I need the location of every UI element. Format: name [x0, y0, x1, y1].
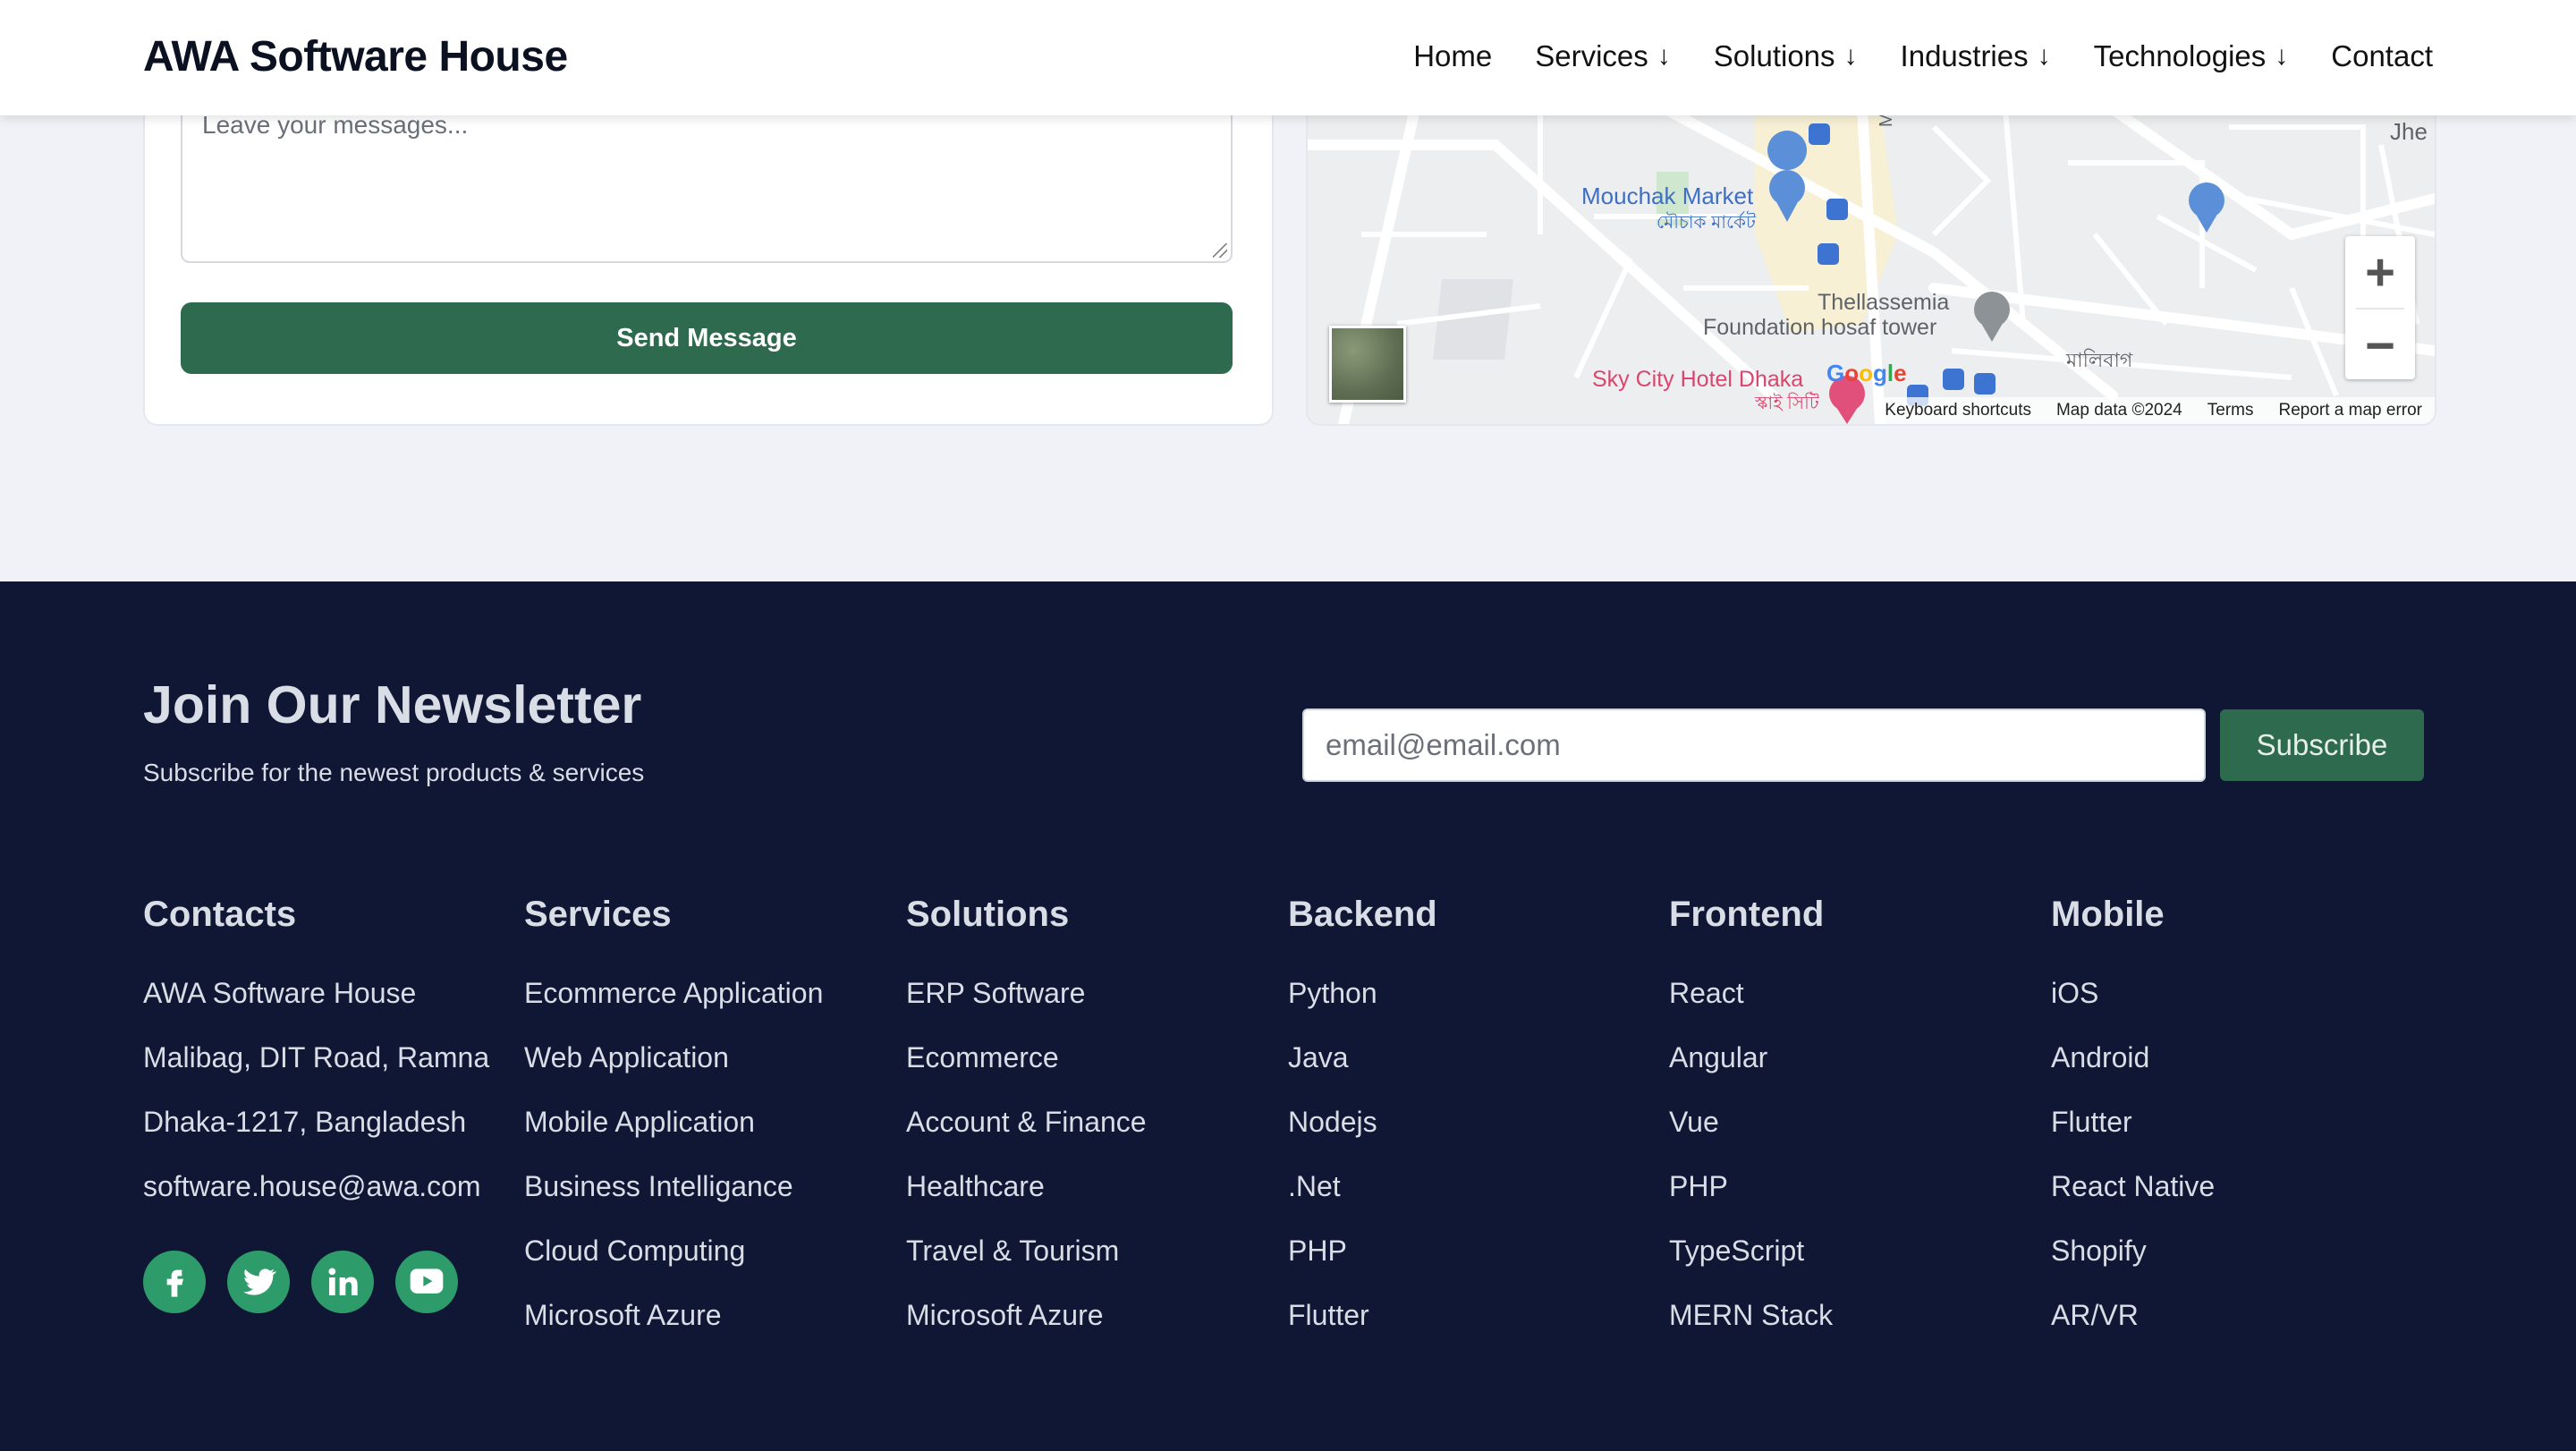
nav-item-home[interactable]: Home — [1413, 39, 1492, 73]
footer-column-contacts: Contacts AWA Software House Malibag, DIT… — [143, 895, 489, 1235]
column-title: Frontend — [1669, 895, 1825, 934]
nav-label: Home — [1413, 39, 1493, 72]
youtube-icon[interactable] — [395, 1251, 458, 1313]
nav-item-industries[interactable]: Industries ↓ — [1901, 39, 2051, 73]
nav-label: Services — [1535, 39, 1648, 72]
main-nav: Home Services ↓ Solutions ↓ Industries ↓ Te… — [1413, 39, 2433, 73]
footer-link[interactable]: Shopify — [2051, 1235, 2215, 1299]
contact-address-1: Malibag, DIT Road, Ramna — [143, 1041, 490, 1073]
footer-link[interactable]: AR/VR — [2051, 1299, 2215, 1363]
column-title: Solutions — [906, 895, 1070, 934]
footer-link[interactable]: Cloud Computing — [524, 1235, 823, 1299]
zoom-out-button[interactable]: − — [2345, 310, 2415, 381]
brand-logo[interactable]: AWA Software House — [143, 32, 568, 81]
footer-link[interactable]: Vue — [1669, 1106, 1833, 1170]
footer-column-backend: Backend Python Java Nodejs .Net PHP Flut… — [1288, 895, 1437, 1363]
footer-column-services: Services Ecommerce Application Web Appli… — [524, 895, 823, 1363]
footer-link[interactable]: ERP Software — [906, 977, 1147, 1041]
site-footer: Join Our Newsletter Subscribe for the ne… — [0, 581, 2576, 1451]
footer-link[interactable]: Java — [1288, 1041, 1437, 1106]
footer-link[interactable]: Android — [2051, 1041, 2215, 1106]
site-header: AWA Software House Home Services ↓ Soluti… — [0, 0, 2576, 115]
footer-link[interactable]: Nodejs — [1288, 1106, 1437, 1170]
footer-column-frontend: Frontend React Angular Vue PHP TypeScrip… — [1669, 895, 1833, 1363]
arrow-down-icon: ↓ — [1657, 41, 1671, 71]
column-title: Backend — [1288, 895, 1437, 934]
map-label-jhe: Jhe — [2390, 118, 2428, 145]
footer-link[interactable]: PHP — [1669, 1170, 1833, 1235]
message-textarea[interactable]: Leave your messages... — [181, 93, 1233, 263]
linkedin-icon[interactable] — [311, 1251, 374, 1313]
footer-link[interactable]: Ecommerce — [906, 1041, 1147, 1106]
footer-link[interactable]: Mobile Application — [524, 1106, 823, 1170]
contact-company: AWA Software House — [143, 977, 417, 1009]
footer-link[interactable]: Python — [1288, 977, 1437, 1041]
column-title: Services — [524, 895, 672, 934]
footer-link[interactable]: Ecommerce Application — [524, 977, 823, 1041]
facebook-icon[interactable] — [143, 1251, 206, 1313]
map-zoom-control: + − — [2345, 236, 2415, 379]
twitter-icon[interactable] — [227, 1251, 290, 1313]
nav-item-solutions[interactable]: Solutions ↓ — [1714, 39, 1858, 73]
footer-link[interactable]: MERN Stack — [1669, 1299, 1833, 1363]
map-label-mouchak-bn: মৌচাক মার্কেট — [1657, 213, 1756, 233]
nav-item-contact[interactable]: Contact — [2331, 39, 2433, 73]
footer-link[interactable]: React — [1669, 977, 1833, 1041]
nav-label: Industries — [1900, 39, 2029, 72]
footer-link[interactable]: Flutter — [2051, 1106, 2215, 1170]
footer-link[interactable]: Angular — [1669, 1041, 1833, 1106]
footer-link[interactable]: Healthcare — [906, 1170, 1147, 1235]
map-label-sky-city-bn: স্কাই সিটি — [1755, 394, 1819, 413]
keyboard-shortcuts-link[interactable]: Keyboard shortcuts — [1885, 401, 2031, 420]
column-title: Mobile — [2051, 895, 2165, 934]
footer-link[interactable]: Microsoft Azure — [906, 1299, 1147, 1363]
footer-link[interactable]: PHP — [1288, 1235, 1437, 1299]
map-label-malibag-bn: মালিবাগ — [2066, 349, 2133, 371]
footer-column-mobile: Mobile iOS Android Flutter React Native … — [2051, 895, 2215, 1363]
arrow-down-icon: ↓ — [1843, 41, 1858, 71]
send-message-button[interactable]: Send Message — [181, 302, 1233, 374]
footer-link[interactable]: Microsoft Azure — [524, 1299, 823, 1363]
footer-link[interactable]: .Net — [1288, 1170, 1437, 1235]
social-links — [143, 1251, 458, 1313]
footer-link[interactable]: Business Intelligance — [524, 1170, 823, 1235]
arrow-down-icon: ↓ — [2037, 41, 2051, 71]
footer-link[interactable]: iOS — [2051, 977, 2215, 1041]
arrow-down-icon: ↓ — [2275, 41, 2289, 71]
report-map-error-link[interactable]: Report a map error — [2278, 401, 2422, 420]
map-label-thalassemia-1: Thellassemia — [1818, 290, 1950, 315]
footer-link[interactable]: React Native — [2051, 1170, 2215, 1235]
footer-link[interactable]: Account & Finance — [906, 1106, 1147, 1170]
footer-column-solutions: Solutions ERP Software Ecommerce Account… — [906, 895, 1147, 1363]
nav-label: Technologies — [2093, 39, 2267, 72]
footer-link[interactable]: TypeScript — [1669, 1235, 1833, 1299]
newsletter-title: Join Our Newsletter — [143, 675, 642, 734]
footer-link[interactable]: Travel & Tourism — [906, 1235, 1147, 1299]
resize-handle-icon[interactable] — [1213, 243, 1227, 258]
map-label-thalassemia-2: Foundation hosaf tower — [1703, 315, 1937, 340]
map-data-text: Map data ©2024 — [2055, 401, 2182, 420]
email-placeholder: email@email.com — [1326, 728, 1561, 761]
map-label-sky-city: Sky City Hotel Dhaka — [1592, 367, 1804, 392]
zoom-in-button[interactable]: + — [2345, 236, 2415, 308]
newsletter-email-input[interactable]: email@email.com — [1302, 709, 2206, 782]
newsletter-subtitle: Subscribe for the newest products & serv… — [143, 759, 645, 786]
map-label-mouchak: Mouchak Market — [1581, 182, 1754, 209]
satellite-toggle-button[interactable] — [1329, 326, 1406, 403]
contact-email-link[interactable]: software.house@awa.com — [143, 1170, 489, 1235]
nav-label: Solutions — [1713, 39, 1835, 72]
nav-label: Contact — [2331, 39, 2433, 72]
google-logo: Google — [1826, 360, 1907, 386]
footer-link[interactable]: Web Application — [524, 1041, 823, 1106]
subscribe-button[interactable]: Subscribe — [2220, 709, 2424, 781]
nav-item-services[interactable]: Services ↓ — [1535, 39, 1671, 73]
terms-link[interactable]: Terms — [2207, 401, 2254, 420]
nav-item-technologies[interactable]: Technologies ↓ — [2094, 39, 2289, 73]
contact-address-2: Dhaka-1217, Bangladesh — [143, 1106, 467, 1138]
map-attribution-bar: Keyboard shortcuts Map data ©2024 Terms … — [1876, 397, 2435, 424]
column-title: Contacts — [143, 895, 297, 934]
footer-link[interactable]: Flutter — [1288, 1299, 1437, 1363]
